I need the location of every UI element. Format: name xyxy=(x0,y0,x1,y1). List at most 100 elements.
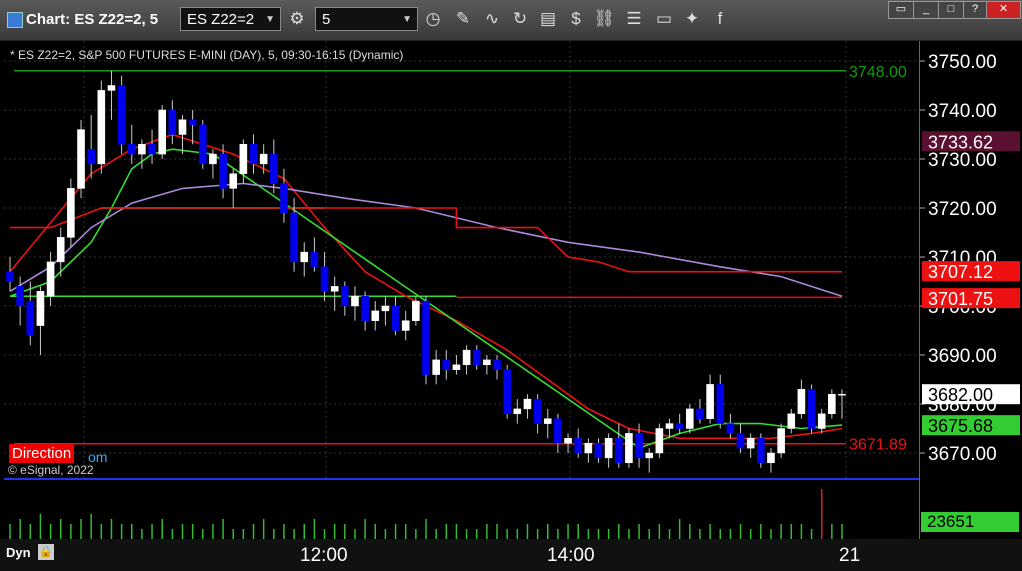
candle-body xyxy=(817,413,826,429)
candle-body xyxy=(645,452,654,459)
candle-body xyxy=(807,389,816,429)
candle-body xyxy=(168,109,177,135)
candle-body xyxy=(280,183,288,214)
time-tick-21: 21 xyxy=(839,545,861,566)
maximize-button[interactable]: □ xyxy=(938,1,964,19)
candle-body xyxy=(67,188,75,238)
restore-button[interactable]: ▭ xyxy=(888,1,914,19)
candle-body xyxy=(209,153,217,165)
candle-body xyxy=(757,438,765,464)
candle-body xyxy=(117,85,126,145)
candle-body xyxy=(838,393,846,396)
interval-combo[interactable]: 5 ▼ xyxy=(315,7,418,31)
candle-body xyxy=(381,305,390,312)
candle-body xyxy=(483,359,491,366)
candle-body xyxy=(797,389,806,415)
direction-badge[interactable]: Direction xyxy=(9,444,75,463)
settings-gear-icon[interactable]: ⚙ xyxy=(285,7,309,31)
minimize-button[interactable]: _ xyxy=(913,1,939,19)
candle-body xyxy=(422,300,430,375)
candle-body xyxy=(767,452,775,464)
refresh-icon[interactable]: ↻ xyxy=(508,7,532,31)
volume-value-label: 23651 xyxy=(921,512,1019,532)
candle-body xyxy=(686,408,694,429)
axis-tick-label: 3730.00 xyxy=(928,150,997,171)
candle-body xyxy=(219,153,227,189)
interval-value: 5 xyxy=(322,11,331,28)
candle-body xyxy=(635,433,643,459)
price-badge-label: 3675.68 xyxy=(928,416,993,436)
candle-body xyxy=(320,266,329,292)
candle-body xyxy=(746,438,755,449)
pencil-icon[interactable]: ✎ xyxy=(451,7,475,31)
link-icon[interactable]: ⛓ xyxy=(592,7,616,31)
candle-body xyxy=(604,438,613,459)
candle-body xyxy=(462,349,471,366)
time-axis[interactable] xyxy=(0,539,1022,571)
candle-body xyxy=(310,251,319,268)
volume-chart-svg xyxy=(9,489,843,539)
axis-tick-label: 3670.00 xyxy=(928,444,997,465)
chart-window-icon xyxy=(7,12,23,28)
candle-body xyxy=(56,237,65,263)
candle-body xyxy=(554,418,562,444)
clock-icon[interactable]: ◷ xyxy=(421,7,445,31)
candle-body xyxy=(77,129,85,189)
axis-tick-label: 3740.00 xyxy=(928,101,997,122)
candle-body xyxy=(452,364,461,370)
copyright-text: © eSignal, 2022 xyxy=(8,463,94,477)
candle-body xyxy=(138,144,146,155)
candle-body xyxy=(6,271,14,282)
candle-body xyxy=(270,153,278,184)
level-line-label: 3748.00 xyxy=(849,64,907,81)
candle-body xyxy=(158,109,166,155)
chart-legend: * ES Z22=2, S&P 500 FUTURES E-MINI (DAY)… xyxy=(10,48,404,62)
axis-tick-label: 3720.00 xyxy=(928,199,997,220)
time-tick-12: 12:00 xyxy=(300,545,348,566)
compare-icon[interactable]: ∿ xyxy=(480,7,504,31)
indicator-line xyxy=(9,182,843,297)
candle-body xyxy=(594,442,603,459)
candle-body xyxy=(290,212,298,263)
candle-body xyxy=(87,148,95,165)
candle-body xyxy=(178,119,187,135)
level-line-label: 3671.89 xyxy=(849,437,907,454)
price-chart-svg: 3748.00 3671.89 xyxy=(4,41,919,480)
price-axis[interactable]: 3670.003680.003690.003700.003710.003720.… xyxy=(919,41,1022,539)
news-icon[interactable]: ▤ xyxy=(536,7,560,31)
candle-body xyxy=(787,413,796,429)
candle-body xyxy=(432,359,440,375)
price-badge-label: 3701.75 xyxy=(928,289,993,309)
candle-body xyxy=(726,423,735,434)
price-badge-label: 3707.12 xyxy=(928,262,993,282)
candle-body xyxy=(543,418,552,424)
dyn-label[interactable]: Dyn xyxy=(6,545,31,560)
candle-body xyxy=(391,305,400,331)
candle-body xyxy=(371,310,380,321)
price-chart[interactable]: 3748.00 3671.89 xyxy=(4,41,919,480)
volume-pane[interactable] xyxy=(4,481,919,539)
candle-body xyxy=(330,286,339,292)
title-bar: Chart: ES Z22=2, 5 ES Z22=2 ▼ ⚙ 5 ▼ ◷ ✎ … xyxy=(0,0,1022,41)
chat-icon[interactable]: ▭ xyxy=(652,7,676,31)
help-button[interactable]: ? xyxy=(963,1,987,19)
candle-body xyxy=(584,442,593,454)
symbol-combo[interactable]: ES Z22=2 ▼ xyxy=(180,7,281,31)
candle-body xyxy=(361,295,369,321)
price-badge-label: 3733.62 xyxy=(928,132,993,152)
candle-body xyxy=(472,349,481,366)
candle-body xyxy=(46,261,55,297)
candle-body xyxy=(97,90,106,165)
list-icon[interactable]: ☰ xyxy=(622,7,646,31)
lock-icon[interactable]: 🔒 xyxy=(38,544,54,560)
candle-body xyxy=(736,433,745,449)
candle-body xyxy=(716,384,725,424)
facebook-icon[interactable]: f xyxy=(708,7,732,31)
axis-tick-label: 3750.00 xyxy=(928,52,997,73)
axis-tick-label: 3690.00 xyxy=(928,346,997,367)
candle-body xyxy=(523,398,532,410)
dollar-icon[interactable]: $ xyxy=(564,7,588,31)
close-button[interactable]: ✕ xyxy=(986,1,1021,19)
twitter-icon[interactable]: ✦ xyxy=(680,7,704,31)
candle-body xyxy=(696,408,704,419)
